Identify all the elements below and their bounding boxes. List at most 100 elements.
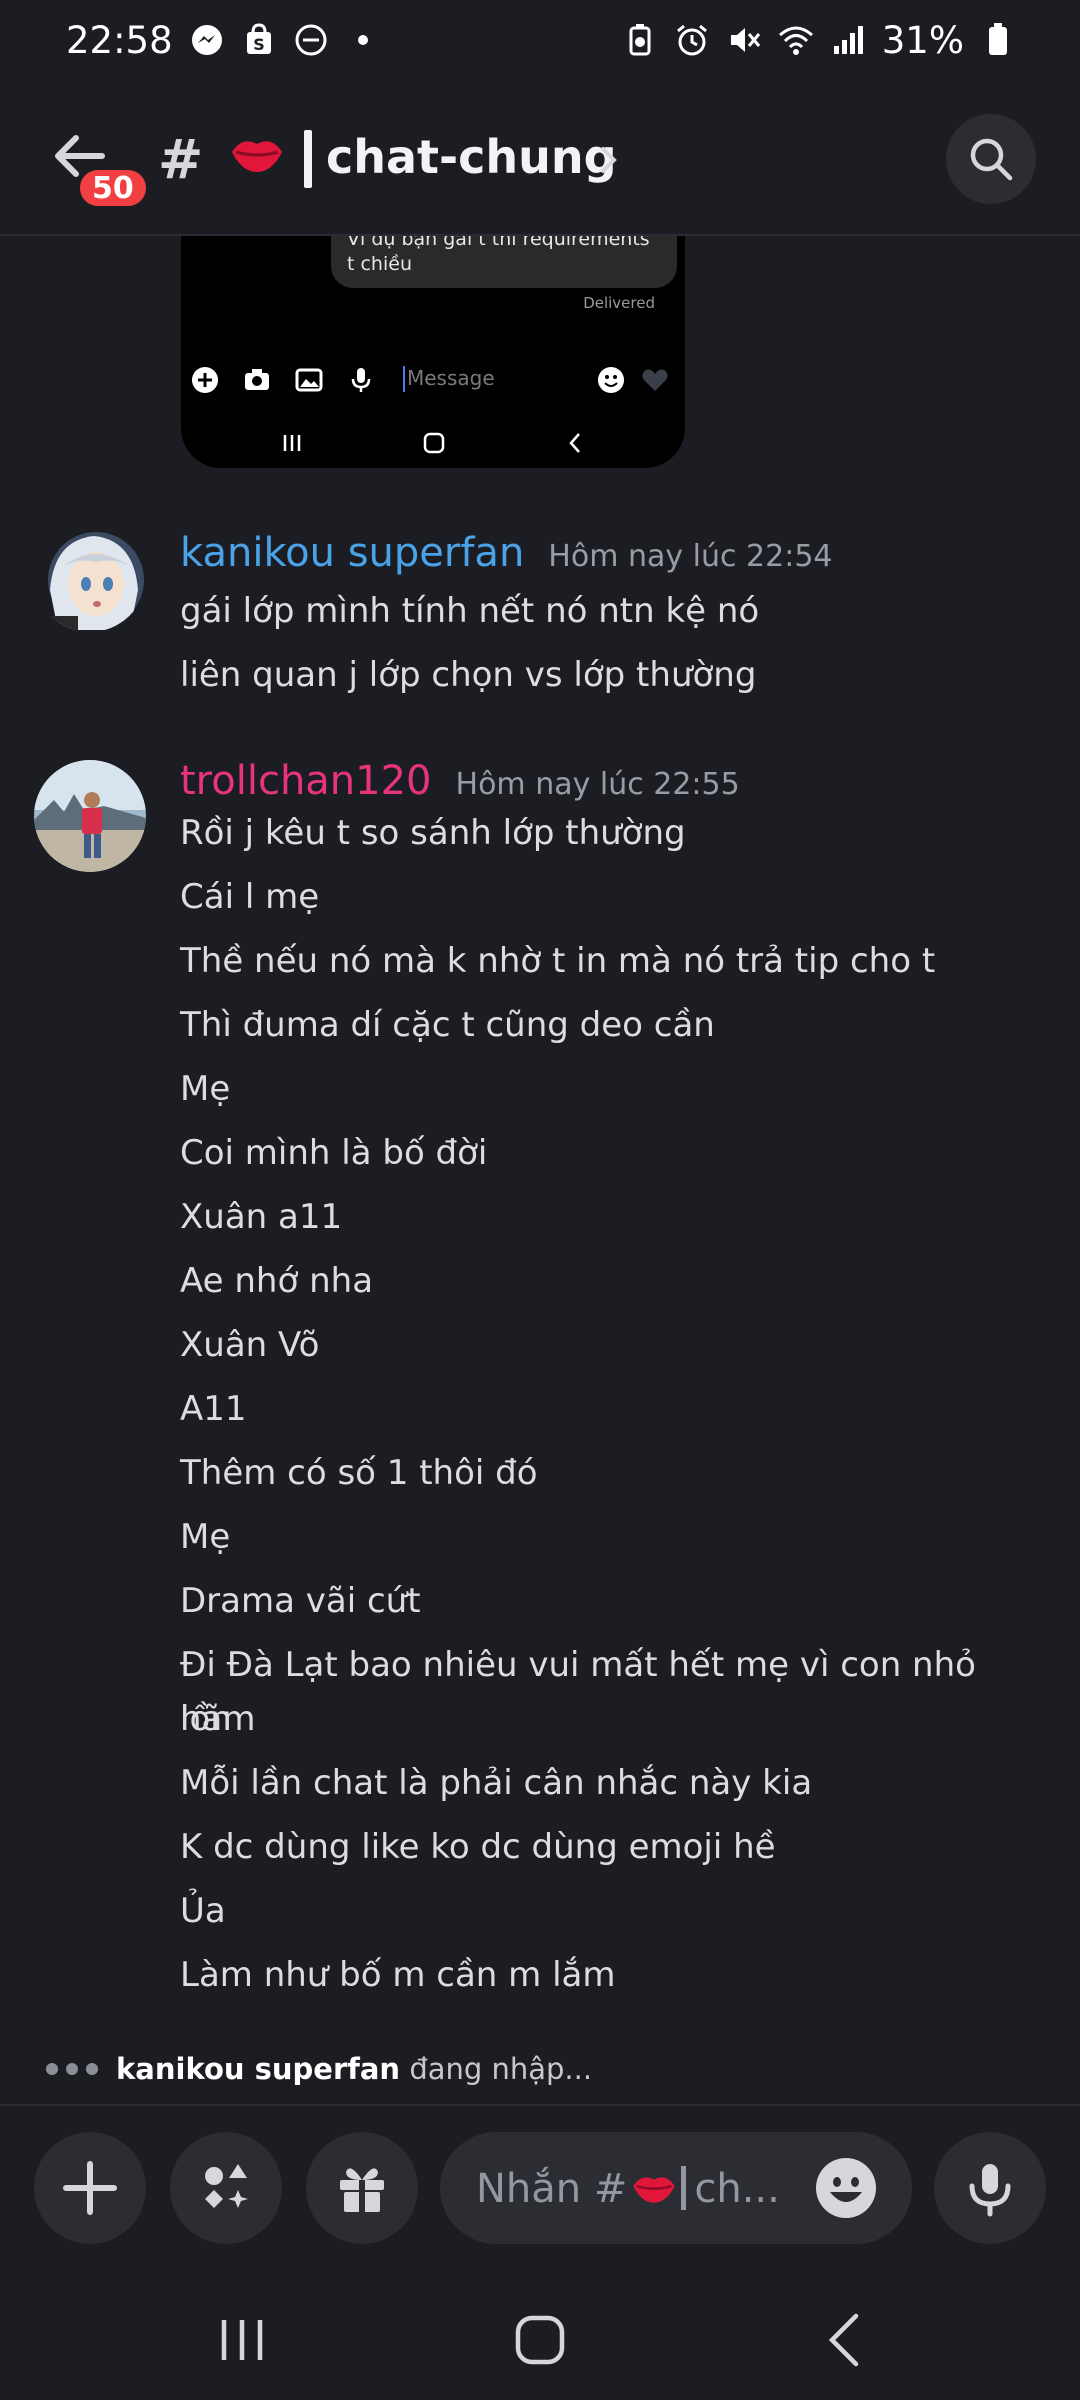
typing-user: kanikou superfan	[116, 2052, 401, 2086]
message-header: kanikou superfan Hôm nay lúc 22:54	[180, 530, 833, 576]
placeholder-prefix: Nhắn #	[476, 2166, 628, 2212]
emoji-icon	[597, 366, 625, 394]
message-text[interactable]: A11	[180, 1382, 1060, 1436]
back-nav-button[interactable]	[814, 2308, 878, 2372]
message-timestamp: Hôm nay lúc 22:54	[548, 539, 833, 574]
channel-header: 50 # chat-chung	[0, 80, 1080, 236]
unread-badge[interactable]: 50	[76, 166, 150, 210]
mic-icon	[969, 2164, 1011, 2217]
message-text[interactable]: Rồi j kêu t so sánh lớp thường	[180, 806, 1060, 860]
message-header: trollchan120 Hôm nay lúc 22:55	[180, 758, 740, 804]
channel-name[interactable]: chat-chung	[326, 130, 617, 184]
wifi-icon	[778, 22, 814, 58]
smiley-icon	[816, 2158, 876, 2218]
composer-bar: Nhắn # ch...	[0, 2104, 1080, 2264]
message-text[interactable]: Mẹ	[180, 1510, 1060, 1564]
emoji-picker-button[interactable]	[814, 2156, 878, 2220]
back-nav-icon	[563, 430, 589, 456]
signal-icon	[830, 22, 866, 58]
embed-toolbar: Message	[181, 354, 685, 404]
plus-circle-icon	[191, 366, 219, 394]
message-text[interactable]: Thì đuma dí cặc t cũng deo cần	[180, 998, 1060, 1052]
svg-text:S: S	[253, 35, 265, 54]
recents-icon	[279, 430, 305, 456]
battery-icon	[980, 22, 1016, 58]
apps-button[interactable]	[170, 2132, 282, 2244]
message-text[interactable]: gái lớp mình tính nết nó ntn kệ nó	[180, 584, 1060, 638]
message-timestamp: Hôm nay lúc 22:55	[455, 767, 740, 802]
message-input-placeholder: Nhắn # ch...	[476, 2166, 780, 2212]
lips-emoji-icon	[633, 2177, 676, 2203]
lips-emoji-icon	[228, 130, 286, 176]
dot-icon	[345, 22, 381, 58]
placeholder-suffix: ch...	[694, 2166, 780, 2212]
message-text[interactable]: Cái l mẹ	[180, 870, 1060, 924]
recents-button[interactable]	[210, 2308, 274, 2372]
message-text[interactable]: liên quan j lớp chọn vs lớp thường	[180, 648, 1060, 702]
message-input[interactable]: Nhắn # ch...	[440, 2132, 912, 2244]
embed-bubble-line-2: t chiều	[347, 253, 412, 275]
home-icon	[515, 2315, 565, 2365]
embed-navbar	[181, 422, 685, 462]
status-right: 31%	[622, 19, 1016, 62]
messenger-icon	[189, 22, 225, 58]
message-text[interactable]: Xuân Võ	[180, 1318, 1060, 1372]
recents-icon	[221, 2320, 263, 2360]
plus-icon	[63, 2161, 117, 2215]
message-text[interactable]: Mỗi lần chat là phải cân nhắc này kia	[180, 1756, 1060, 1810]
embed-message-input: Message	[407, 366, 495, 390]
mic-small-icon	[347, 366, 375, 394]
camera-icon	[243, 366, 271, 394]
chevron-right-icon[interactable]	[598, 144, 620, 176]
message-author[interactable]: kanikou superfan	[180, 530, 524, 576]
clock: 22:58	[66, 18, 173, 62]
embed-bubble-line-1: Ví dụ bạn gái t thi requirements gì	[347, 236, 650, 250]
embed-message-bubble: Ví dụ bạn gái t thi requirements gì t ch…	[331, 236, 677, 288]
typing-indicator: kanikou superfan đang nhập...	[46, 2052, 592, 2086]
status-bar: 22:58 S 31%	[0, 0, 1080, 80]
dnd-icon	[293, 22, 329, 58]
add-attachment-button[interactable]	[34, 2132, 146, 2244]
battery-saver-icon	[622, 22, 658, 58]
message-text[interactable]: Thêm có số 1 thôi đó	[180, 1446, 1060, 1500]
message-text[interactable]: Coi mình là bố đời	[180, 1126, 1060, 1180]
heart-icon	[641, 366, 669, 394]
home-button[interactable]	[508, 2308, 572, 2372]
attachment-image[interactable]: Ví dụ bạn gái t thi requirements gì t ch…	[181, 236, 685, 468]
mute-icon	[726, 22, 762, 58]
channel-divider	[304, 130, 312, 188]
typing-dots-icon	[46, 2063, 98, 2075]
apps-icon	[205, 2164, 248, 2208]
message-text[interactable]: K dc dùng like ko dc dùng emoji hề	[180, 1820, 1060, 1874]
gallery-icon	[295, 366, 323, 394]
home-icon	[421, 430, 447, 456]
shop-icon: S	[241, 22, 277, 58]
message-text[interactable]: Xuân a11	[180, 1190, 1060, 1244]
battery-percent: 31%	[881, 18, 964, 62]
embed-text-cursor	[403, 366, 405, 392]
message-text[interactable]: Thề nếu nó mà k nhờ t in mà nó trả tip c…	[180, 934, 1060, 988]
search-button[interactable]	[946, 114, 1036, 204]
message-text[interactable]: Ae nhớ nha	[180, 1254, 1060, 1308]
gift-button[interactable]	[306, 2132, 418, 2244]
channel-hash: #	[158, 128, 204, 191]
message-text[interactable]: Ủa	[180, 1884, 1060, 1938]
avatar[interactable]	[34, 520, 146, 632]
status-left: 22:58 S	[66, 19, 381, 62]
search-icon	[970, 138, 1013, 181]
gift-icon	[340, 2168, 384, 2212]
message-text[interactable]: Làm như bố m cần m lắm	[180, 1948, 1060, 2002]
system-navbar	[0, 2280, 1080, 2400]
voice-message-button[interactable]	[934, 2132, 1046, 2244]
alarm-icon	[674, 22, 710, 58]
back-chevron-icon	[828, 2313, 859, 2367]
message-author[interactable]: trollchan120	[180, 758, 432, 804]
placeholder-divider	[681, 2166, 687, 2210]
message-text-wrap[interactable]: lồn	[180, 1692, 1060, 1746]
message-text[interactable]: Drama vãi cứt	[180, 1574, 1060, 1628]
typing-text: kanikou superfan đang nhập...	[116, 2052, 592, 2086]
message-text[interactable]: Mẹ	[180, 1062, 1060, 1116]
avatar[interactable]	[34, 760, 146, 872]
embed-delivered: Delivered	[583, 294, 655, 312]
typing-status: đang nhập...	[409, 2052, 593, 2086]
